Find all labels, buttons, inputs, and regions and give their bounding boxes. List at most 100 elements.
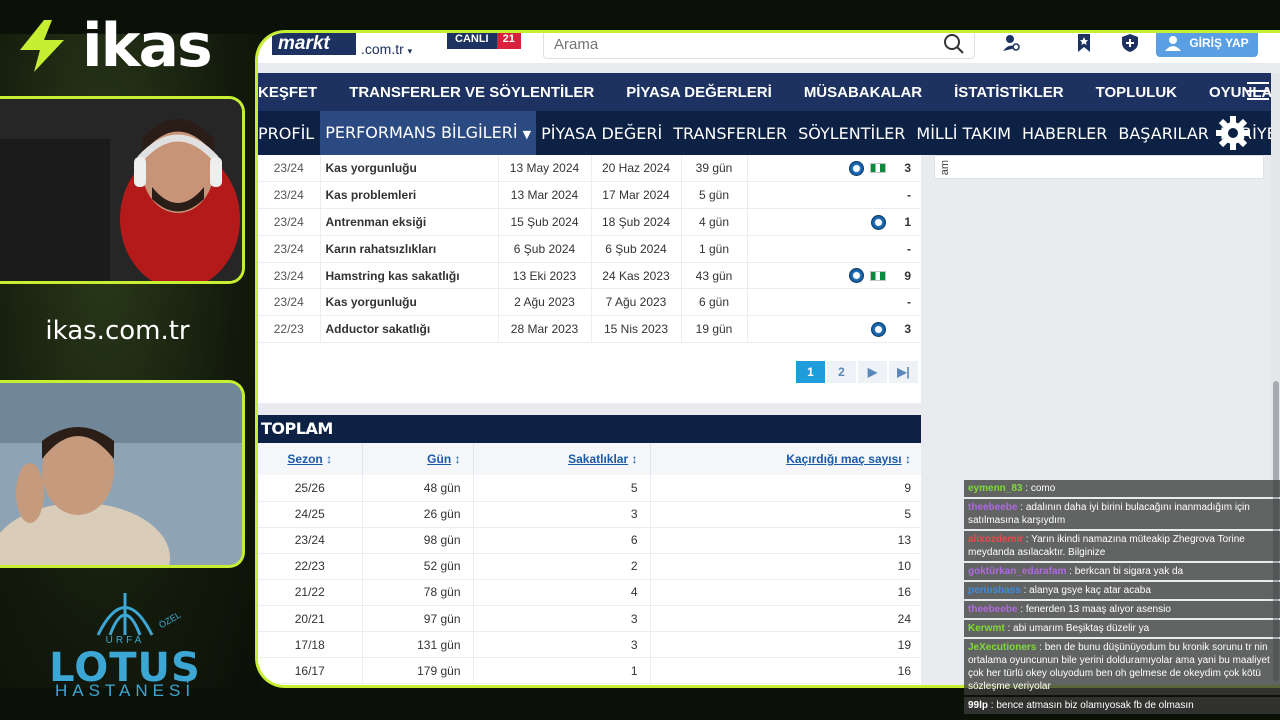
injury-games-missed: - — [892, 288, 921, 317]
chat-separator: : — [1017, 502, 1026, 513]
injury-history-card: 23/24 Kas yorgunluğu 13 May 2024 20 Haz 202… — [258, 155, 921, 403]
chat-username[interactable]: Kerwmt — [968, 623, 1005, 634]
nigeria-flag-icon[interactable] — [870, 270, 886, 281]
total-games-missed: 10 — [650, 553, 921, 580]
sort-season-header[interactable]: Sezon ↕ — [258, 443, 363, 475]
chat-username[interactable]: JeXecutioners — [968, 642, 1036, 653]
total-injuries: 6 — [473, 527, 651, 554]
nav-item-kesfet[interactable]: KEŞFET — [258, 84, 317, 101]
domain-selector[interactable]: .com.tr ▾ — [361, 41, 412, 57]
injury-name: Hamstring kas sakatlığı — [320, 262, 499, 290]
missed-games-teams — [747, 262, 892, 290]
injury-from: 13 May 2024 — [498, 155, 592, 183]
injury-name: Antrenman eksiği — [320, 208, 499, 236]
injury-days: 1 gün — [681, 235, 748, 263]
injury-games-missed: 3 — [892, 155, 921, 183]
webcam-guest — [0, 380, 245, 568]
total-season: 23/24 — [258, 527, 363, 554]
tab-profile[interactable]: PROFİL — [258, 124, 314, 143]
club-badge-icon[interactable] — [871, 321, 886, 337]
table-row: 21/22 78 gün 4 16 — [258, 579, 921, 606]
total-days: 48 gün — [362, 475, 474, 502]
club-badge-icon[interactable] — [849, 268, 864, 284]
chat-username[interactable]: eymenn_83 — [968, 483, 1022, 494]
chat-username[interactable]: theebeebe — [968, 502, 1017, 513]
table-row: 23/24 Kas problemleri 13 Mar 2024 17 Mar 20… — [258, 181, 921, 210]
nav-item-transfers[interactable]: TRANSFERLER VE SÖYLENTİLER — [349, 84, 594, 101]
table-row: 25/26 48 gün 5 9 — [258, 475, 921, 502]
chat-message: goktürkan_edarafam : berkcan bi sigara y… — [964, 563, 1280, 580]
nav-item-community[interactable]: TOPLULUK — [1096, 84, 1177, 101]
injury-games-missed: 1 — [892, 208, 921, 236]
table-row: 22/23 Adductor sakatlığı 28 Mar 2023 15 Nis… — [258, 315, 921, 344]
tab-market-value[interactable]: PİYASA DEĞERİ — [541, 124, 662, 143]
search-input[interactable] — [554, 36, 934, 53]
login-label: GİRİŞ YAP — [1189, 36, 1249, 50]
total-games-missed: 19 — [650, 631, 921, 659]
club-badge-icon[interactable] — [849, 160, 864, 176]
injury-name: Adductor sakatlığı — [320, 315, 499, 344]
user-search-icon[interactable] — [1002, 33, 1022, 53]
chat-username[interactable]: theebeebe — [968, 604, 1017, 615]
tab-achievements[interactable]: BAŞARILAR — [1118, 124, 1209, 143]
last-page-icon[interactable]: ▶| — [889, 361, 918, 383]
nav-item-market-values[interactable]: PİYASA DEĞERLERİ — [626, 84, 772, 101]
nav-item-games[interactable]: OYUNLAR — [1209, 84, 1280, 101]
chat-username[interactable]: goktürkan_edarafam — [968, 566, 1066, 577]
club-badge-icon[interactable] — [871, 214, 886, 230]
chat-username[interactable]: alixozdemir — [968, 534, 1023, 545]
sort-days-header[interactable]: Gün ↕ — [362, 443, 474, 475]
next-page-icon[interactable]: ▶ — [858, 361, 887, 383]
sort-injuries-header[interactable]: Sakatlıklar ↕ — [473, 443, 651, 475]
injury-from: 2 Ağu 2023 — [498, 288, 592, 317]
shield-plus-icon[interactable] — [1120, 33, 1140, 53]
nigeria-flag-icon[interactable] — [870, 163, 886, 174]
nav-item-statistics[interactable]: İSTATİSTİKLER — [954, 84, 1063, 101]
page-2-button[interactable]: 2 — [827, 361, 856, 383]
injury-days: 6 gün — [681, 288, 748, 317]
injury-from: 28 Mar 2023 — [498, 315, 592, 344]
chevron-down-icon: ▾ — [407, 46, 413, 56]
missed-games-teams — [747, 181, 892, 210]
injury-until: 7 Ağu 2023 — [591, 288, 682, 317]
hamburger-menu-icon[interactable] — [1247, 81, 1269, 101]
chat-message: eymenn_83 : como — [964, 480, 1280, 497]
page-1-button[interactable]: 1 — [796, 361, 825, 383]
gear-icon[interactable] — [1215, 115, 1251, 151]
sort-games-missed-header[interactable]: Kaçırdığı maç sayısı ↕ — [650, 443, 921, 475]
total-season: 25/26 — [258, 475, 363, 502]
chat-separator: : — [1022, 483, 1031, 494]
live-count: 21 — [496, 33, 521, 49]
table-row: 23/24 Kas yorgunluğu 2 Ağu 2023 7 Ağu 2023 6… — [258, 288, 921, 317]
chat-text: como — [1030, 483, 1056, 494]
injury-name: Karın rahatsızlıkları — [320, 235, 499, 263]
site-header: markt .com.tr ▾ CANLI 21 GİRİŞ YAP — [258, 33, 1280, 63]
injury-games-missed: 3 — [892, 315, 921, 344]
nav-item-matches[interactable]: MÜSABAKALAR — [804, 84, 922, 101]
chat-username[interactable]: 99lp — [968, 700, 988, 711]
injury-from: 13 Eki 2023 — [498, 262, 592, 290]
chat-username[interactable]: periusbass — [968, 585, 1021, 596]
search-box — [543, 32, 975, 59]
login-button[interactable]: GİRİŞ YAP — [1156, 33, 1258, 57]
bookmark-icon[interactable] — [1074, 33, 1094, 53]
totals-table: Sezon ↕ Gün ↕ Sakatlıklar ↕ Kaçırdığı ma… — [258, 443, 921, 685]
tab-rumours[interactable]: SÖYLENTİLER — [798, 124, 905, 143]
lightning-icon — [20, 20, 64, 72]
tab-news[interactable]: HABERLER — [1022, 124, 1107, 143]
sponsor-logo: ÖZEL URFA LOTUS HASTANESİ — [40, 585, 210, 705]
site-logo[interactable]: markt — [272, 33, 356, 55]
side-panel: am — [934, 155, 1264, 179]
search-icon[interactable] — [942, 32, 966, 56]
tab-national-team[interactable]: MİLLİ TAKIM — [916, 124, 1011, 143]
live-badge[interactable]: CANLI 21 — [447, 33, 521, 49]
total-injuries: 3 — [473, 605, 651, 633]
header-season: Sezon — [287, 452, 323, 466]
injury-season: 23/24 — [258, 288, 321, 317]
missed-games-teams — [747, 288, 892, 317]
chat-text: abi umarım Beşiktaş düzelir ya — [1013, 623, 1150, 634]
tab-transfers[interactable]: TRANSFERLER — [673, 124, 787, 143]
tab-performance[interactable]: PERFORMANS BİLGİLERİ ▼ — [320, 111, 537, 155]
caret-down-icon: ▼ — [522, 128, 532, 141]
total-games-missed: 16 — [650, 657, 921, 685]
